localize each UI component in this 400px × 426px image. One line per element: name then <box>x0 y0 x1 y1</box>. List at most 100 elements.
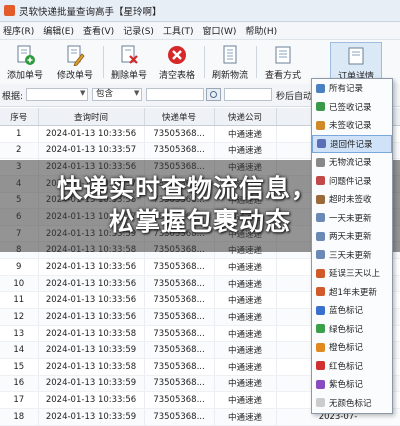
table-cell: 2024-01-13 10:33:57 <box>38 142 145 160</box>
menu-item-record-filter[interactable]: 已签收记录 <box>312 98 392 117</box>
table-cell: 14 <box>0 341 39 359</box>
view-mode-button[interactable]: 查看方式 <box>260 42 306 82</box>
filter-color-icon <box>316 250 325 260</box>
menu-item-record-filter[interactable]: 所有记录 <box>312 79 392 98</box>
order-list-icon <box>348 47 364 65</box>
table-cell: 15 <box>0 358 39 376</box>
table-cell: 中通速递 <box>214 308 277 326</box>
menu-view[interactable]: 查看(V) <box>83 24 114 37</box>
menu-item-record-filter[interactable]: 问题件记录 <box>312 172 392 191</box>
column-header-tracking-number[interactable]: 快递单号 <box>144 108 215 126</box>
menu-item-label: 紫色标记 <box>329 380 364 391</box>
toolbar-separator <box>103 46 104 78</box>
menu-item-label: 两天未更新 <box>329 232 372 243</box>
column-header-query-time[interactable]: 查询时间 <box>38 108 145 126</box>
menu-window[interactable]: 窗口(W) <box>202 24 236 37</box>
menu-item-record-filter[interactable]: 红色标记 <box>312 357 392 376</box>
refresh-logistics-label: 刷新物流 <box>211 71 248 81</box>
chevron-down-icon: ▼ <box>80 89 86 97</box>
menu-item-record-filter[interactable]: 无物流记录 <box>312 153 392 172</box>
menu-help[interactable]: 帮助(H) <box>245 24 277 37</box>
menu-item-record-filter[interactable]: 三天未更新 <box>312 246 392 265</box>
toolbar-separator <box>256 46 257 78</box>
table-cell: 73505368... <box>144 258 215 276</box>
app-logo-icon <box>4 5 15 16</box>
table-cell: 2 <box>0 142 39 160</box>
table-cell: 2024-01-13 10:33:58 <box>38 325 145 343</box>
table-cell: 16 <box>0 375 39 393</box>
filter-color-icon <box>316 213 325 223</box>
menu-item-label: 已签收记录 <box>329 102 372 113</box>
table-cell: 73505368... <box>144 358 215 376</box>
menu-edit[interactable]: 编辑(E) <box>43 24 74 37</box>
filter-color-icon <box>316 287 325 297</box>
menu-records[interactable]: 记录(S) <box>123 24 154 37</box>
menu-item-label: 红色标记 <box>329 361 364 372</box>
toolbar-separator <box>204 46 205 78</box>
filter-color-icon <box>316 157 325 167</box>
add-number-button[interactable]: 添加单号 <box>2 42 48 82</box>
filter-keyword-input[interactable] <box>146 88 204 101</box>
clear-table-button[interactable]: 清空表格 <box>154 42 200 82</box>
menu-item-record-filter[interactable]: 超1年未更新 <box>312 283 392 302</box>
menu-item-record-filter[interactable]: 退回件记录 <box>312 134 392 153</box>
menu-item-record-filter[interactable]: 一天未更新 <box>312 209 392 228</box>
table-cell: 13 <box>0 325 39 343</box>
filter-color-icon <box>316 398 325 408</box>
menu-item-label: 蓝色标记 <box>329 306 364 317</box>
add-document-icon <box>17 45 35 65</box>
table-cell: 中通速递 <box>214 341 277 359</box>
delete-number-button[interactable]: 删除单号 <box>106 42 152 82</box>
table-cell: 73505368... <box>144 291 215 310</box>
table-cell: 2024-01-13 10:33:56 <box>38 391 145 409</box>
menu-item-record-filter[interactable]: 两天未更新 <box>312 227 392 246</box>
menu-program[interactable]: 程序(R) <box>3 24 34 37</box>
menu-item-record-filter[interactable]: 超时未签收 <box>312 190 392 209</box>
menu-item-label: 三天未更新 <box>329 250 372 261</box>
table-cell: 2024-01-13 10:33:58 <box>38 358 145 376</box>
table-cell: 2024-01-13 10:33:56 <box>38 308 145 326</box>
table-cell: 中通速递 <box>214 408 277 426</box>
menu-tools[interactable]: 工具(T) <box>163 24 194 37</box>
column-header-index[interactable]: 序号 <box>0 108 39 126</box>
menu-item-label: 延误三天以上 <box>329 269 381 280</box>
filter-color-icon <box>316 102 325 112</box>
table-cell: 73505368... <box>144 275 215 293</box>
menu-item-record-filter[interactable]: 橙色标记 <box>312 338 392 357</box>
menu-bar: 程序(R) 编辑(E) 查看(V) 记录(S) 工具(T) 窗口(W) 帮助(H… <box>0 22 400 40</box>
table-cell: 2024-01-13 10:33:59 <box>38 375 145 393</box>
edit-number-label: 修改单号 <box>56 71 93 81</box>
filter-color-icon <box>316 324 325 334</box>
table-cell: 中通速递 <box>214 291 277 310</box>
table-cell: 中通速递 <box>214 258 277 276</box>
menu-item-label: 橙色标记 <box>329 343 364 354</box>
menu-item-record-filter[interactable]: 延误三天以上 <box>312 264 392 283</box>
table-cell: 中通速递 <box>214 142 277 160</box>
menu-item-record-filter[interactable]: 蓝色标记 <box>312 301 392 320</box>
filter-field-select[interactable] <box>26 88 88 101</box>
table-cell: 2024-01-13 10:33:56 <box>38 125 145 143</box>
table-cell: 中通速递 <box>214 358 277 376</box>
menu-item-label: 无物流记录 <box>329 158 372 169</box>
filter-color-icon <box>317 139 326 149</box>
menu-item-label: 无颜色标记 <box>329 398 372 409</box>
refresh-logistics-button[interactable]: 刷新物流 <box>207 42 253 82</box>
menu-item-record-filter[interactable]: 绿色标记 <box>312 320 392 339</box>
table-cell: 73505368... <box>144 408 215 426</box>
edit-number-button[interactable]: 修改单号 <box>52 42 98 82</box>
order-detail-button[interactable]: 订单详情 <box>330 42 382 82</box>
menu-item-record-filter[interactable]: 未签收记录 <box>312 116 392 135</box>
table-cell: 2024-01-13 10:33:56 <box>38 275 145 293</box>
column-header-courier[interactable]: 快递公司 <box>214 108 277 126</box>
menu-item-label: 超1年未更新 <box>329 287 377 298</box>
filter-field-label: 根据: <box>2 92 24 102</box>
filter-color-icon <box>316 305 325 315</box>
table-cell: 73505368... <box>144 142 215 160</box>
view-list-icon <box>275 46 291 64</box>
filter-color-icon <box>316 268 325 278</box>
menu-item-record-filter[interactable]: 紫色标记 <box>312 375 392 394</box>
menu-item-label: 退回件记录 <box>330 139 373 150</box>
search-icon[interactable] <box>206 88 221 101</box>
menu-item-record-filter[interactable]: 无颜色标记 <box>312 394 392 413</box>
auto-refresh-seconds-input[interactable] <box>224 88 272 101</box>
